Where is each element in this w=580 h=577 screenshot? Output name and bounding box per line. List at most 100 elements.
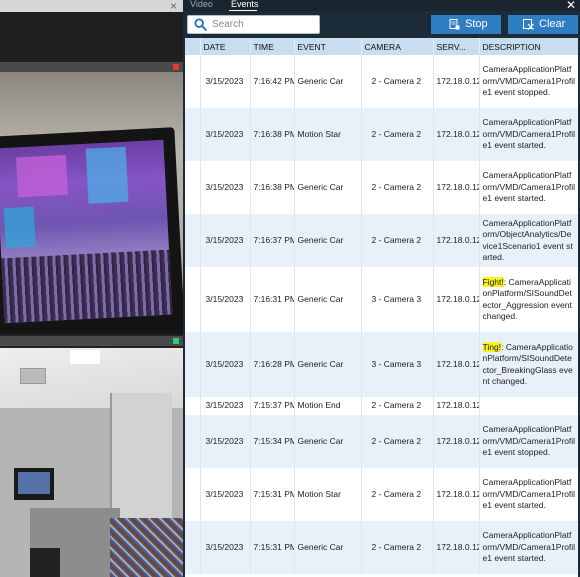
description-cell: Ting!: CameraApplicationPlatform/SISound… xyxy=(479,332,578,397)
description-text: CameraApplicationPlatform/VMD/Camera1Pro… xyxy=(482,170,576,204)
description-text: CameraApplicationPlatform/ObjectAnalytic… xyxy=(482,217,573,263)
event-cell: Motion Star xyxy=(294,108,362,161)
stop-icon xyxy=(449,19,460,30)
description-cell: Fight!: CameraApplicationPlatform/SISoun… xyxy=(479,267,578,332)
camera-feed-2[interactable] xyxy=(0,348,183,577)
ceiling-vent xyxy=(20,368,46,384)
time-cell: 7:15:34 PM xyxy=(250,415,295,468)
camera-cell: 2 - Camera 2 xyxy=(361,55,434,108)
table-row[interactable]: 3/15/2023 7:15:34 PM Generic Car 2 - Camera… xyxy=(185,415,578,468)
events-table: DATE TIME EVENT CAMERA SERV... DESCRIPTI… xyxy=(185,38,578,574)
camera-tile-header-1[interactable] xyxy=(0,62,183,72)
table-row[interactable]: 3/15/2023 7:16:31 PM Generic Car 3 - Camera… xyxy=(185,267,578,332)
crowd xyxy=(1,249,173,324)
description-cell: CameraApplicationPlatform/VMD/Camera1Pro… xyxy=(479,415,578,468)
row-marker-cell xyxy=(185,55,201,108)
column-header-date[interactable]: DATE xyxy=(200,38,251,55)
event-cell: Generic Car xyxy=(294,521,362,574)
server-cell: 172.18.0.12( xyxy=(433,397,480,415)
table-row[interactable]: 3/15/2023 7:15:31 PM Motion Star 2 - Camera… xyxy=(185,468,578,521)
billboard xyxy=(3,206,36,249)
camera-feed-1[interactable] xyxy=(0,72,183,334)
time-cell: 7:16:38 PM xyxy=(250,108,295,161)
server-cell: 172.18.0.12( xyxy=(433,521,480,574)
camera-cell: 3 - Camera 3 xyxy=(361,332,434,397)
column-header-event[interactable]: EVENT xyxy=(294,38,362,55)
event-cell: Generic Car xyxy=(294,214,362,267)
row-marker-cell xyxy=(185,214,201,267)
row-marker-cell xyxy=(185,468,201,521)
events-table-container: DATE TIME EVENT CAMERA SERV... DESCRIPTI… xyxy=(185,38,578,577)
description-cell: CameraApplicationPlatform/VMD/Camera1Pro… xyxy=(479,161,578,214)
column-header-server[interactable]: SERV... xyxy=(433,38,480,55)
events-toolbar: Stop Clear xyxy=(183,11,580,38)
description-cell: CameraApplicationPlatform/VMD/Camera1Pro… xyxy=(479,55,578,108)
server-cell: 172.18.0.12( xyxy=(433,161,480,214)
server-cell: 172.18.0.12( xyxy=(433,468,480,521)
billboard xyxy=(16,154,69,198)
time-cell: 7:16:31 PM xyxy=(250,267,295,332)
time-cell: 7:15:31 PM xyxy=(250,468,295,521)
row-marker-cell xyxy=(185,332,201,397)
event-cell: Generic Car xyxy=(294,332,362,397)
row-marker-cell xyxy=(185,415,201,468)
date-cell: 3/15/2023 xyxy=(200,397,251,415)
video-column: × xyxy=(0,0,183,577)
date-cell: 3/15/2023 xyxy=(200,161,251,214)
table-row[interactable]: 3/15/2023 7:16:42 PM Generic Car 2 - Camera… xyxy=(185,55,578,108)
camera-tile-header-2[interactable] xyxy=(0,336,183,346)
table-row[interactable]: 3/15/2023 7:16:38 PM Generic Car 2 - Camera… xyxy=(185,161,578,214)
billboard xyxy=(85,146,129,204)
clear-button[interactable]: Clear xyxy=(508,15,578,34)
search-input[interactable] xyxy=(212,17,316,31)
table-row[interactable]: 3/15/2023 7:16:37 PM Generic Car 2 - Camera… xyxy=(185,214,578,267)
event-cell: Motion Star xyxy=(294,468,362,521)
column-header-camera[interactable]: CAMERA xyxy=(361,38,434,55)
table-row[interactable]: 3/15/2023 7:16:38 PM Motion Star 2 - Camera… xyxy=(185,108,578,161)
row-marker-cell xyxy=(185,108,201,161)
camera-cell: 3 - Camera 3 xyxy=(361,267,434,332)
clear-icon xyxy=(523,19,534,30)
column-header-time[interactable]: TIME xyxy=(250,38,295,55)
server-cell: 172.18.0.12( xyxy=(433,108,480,161)
description-text: CameraApplicationPlatform/VMD/Camera1Pro… xyxy=(482,424,576,458)
table-row[interactable]: 3/15/2023 7:15:31 PM Generic Car 2 - Camera… xyxy=(185,521,578,574)
clear-button-label: Clear xyxy=(539,18,566,30)
description-text: CameraApplicationPlatform/VMD/Camera1Pro… xyxy=(482,477,576,511)
tab-events[interactable]: Events xyxy=(231,0,259,9)
date-cell: 3/15/2023 xyxy=(200,267,251,332)
description-text: CameraApplicationPlatform/VMD/Camera1Pro… xyxy=(482,530,576,564)
events-panel: Video Events ✕ Stop xyxy=(183,0,580,577)
event-cell: Generic Car xyxy=(294,161,362,214)
camera-cell: 2 - Camera 2 xyxy=(361,468,434,521)
highlight-tag: Fight! xyxy=(482,276,504,287)
time-cell: 7:16:28 PM xyxy=(250,332,295,397)
ceiling-light xyxy=(70,350,100,364)
stop-button-label: Stop xyxy=(465,18,488,30)
date-cell: 3/15/2023 xyxy=(200,55,251,108)
search-icon xyxy=(194,18,207,31)
server-cell: 172.18.0.12( xyxy=(433,214,480,267)
description-cell xyxy=(479,397,578,415)
date-cell: 3/15/2023 xyxy=(200,468,251,521)
event-cell: Generic Car xyxy=(294,415,362,468)
camera-cell: 2 - Camera 2 xyxy=(361,521,434,574)
time-cell: 7:16:38 PM xyxy=(250,161,295,214)
date-cell: 3/15/2023 xyxy=(200,214,251,267)
tv-screen xyxy=(0,139,173,324)
video-titlebar: × xyxy=(0,0,183,13)
event-cell: Motion End xyxy=(294,397,362,415)
search-box[interactable] xyxy=(187,15,320,34)
description-cell: CameraApplicationPlatform/VMD/Camera1Pro… xyxy=(479,521,578,574)
table-row[interactable]: 3/15/2023 7:15:37 PM Motion End 2 - Camera … xyxy=(185,397,578,415)
table-row[interactable]: 3/15/2023 7:16:28 PM Generic Car 3 - Camera… xyxy=(185,332,578,397)
description-cell: CameraApplicationPlatform/ObjectAnalytic… xyxy=(479,214,578,267)
row-marker-cell xyxy=(185,397,201,415)
description-cell: CameraApplicationPlatform/VMD/Camera1Pro… xyxy=(479,108,578,161)
stop-button[interactable]: Stop xyxy=(431,15,501,34)
tab-video[interactable]: Video xyxy=(190,0,213,9)
row-marker-cell xyxy=(185,161,201,214)
column-header-marker xyxy=(185,38,201,55)
column-header-description[interactable]: DESCRIPTION xyxy=(479,38,578,55)
time-cell: 7:15:31 PM xyxy=(250,521,295,574)
